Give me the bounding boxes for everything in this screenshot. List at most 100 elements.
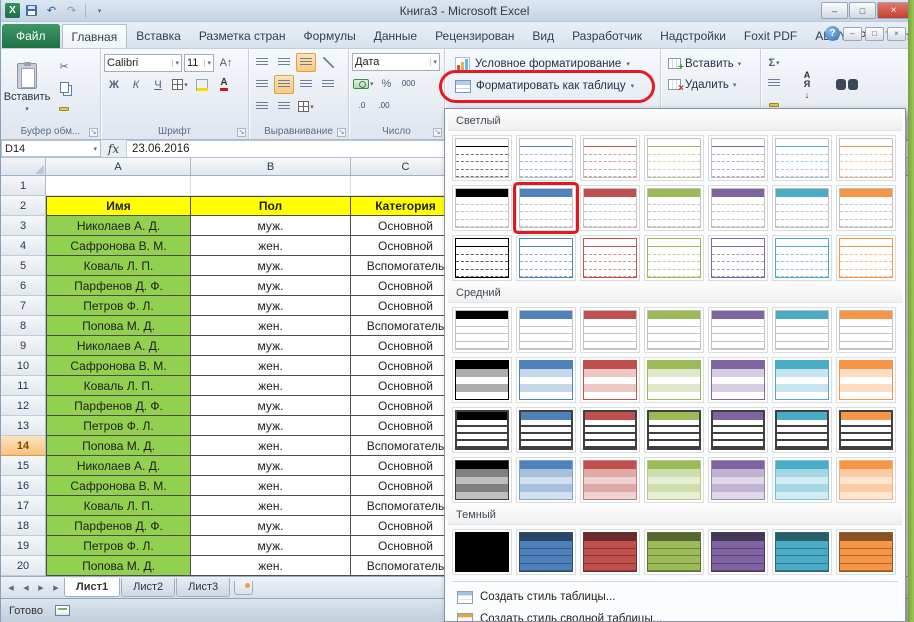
row-header[interactable]: 15 bbox=[1, 456, 46, 476]
increase-decimal-icon[interactable]: .0 bbox=[352, 96, 372, 115]
row-header[interactable]: 18 bbox=[1, 516, 46, 536]
grid-cell[interactable]: Коваль Л. П. bbox=[46, 376, 191, 396]
insert-cells-button[interactable]: + Вставить ▾ bbox=[664, 53, 757, 74]
table-style-thumbnail[interactable] bbox=[836, 457, 896, 503]
dialog-launcher-icon[interactable]: ↘ bbox=[433, 128, 442, 137]
table-style-thumbnail[interactable] bbox=[452, 135, 512, 181]
table-style-thumbnail[interactable] bbox=[452, 407, 512, 453]
format-painter-icon[interactable] bbox=[54, 99, 74, 118]
table-style-thumbnail[interactable] bbox=[836, 235, 896, 281]
ribbon-tab[interactable]: Формулы bbox=[294, 24, 364, 48]
grid-cell[interactable]: жен. bbox=[191, 236, 351, 256]
next-sheet-icon[interactable]: ▶ bbox=[34, 580, 48, 595]
table-style-thumbnail[interactable] bbox=[452, 185, 512, 231]
grid-cell[interactable]: муж. bbox=[191, 256, 351, 276]
underline-button[interactable]: Ч bbox=[148, 75, 168, 94]
help-icon[interactable]: ? bbox=[825, 26, 840, 41]
qat-menu-icon[interactable]: ▾ bbox=[91, 3, 108, 19]
table-style-thumbnail[interactable] bbox=[516, 235, 576, 281]
gallery-menu-item[interactable]: Создать стиль сводной таблицы... bbox=[447, 608, 903, 622]
table-style-thumbnail[interactable] bbox=[452, 235, 512, 281]
ribbon-tab[interactable]: Вставка bbox=[127, 24, 190, 48]
table-style-thumbnail[interactable] bbox=[836, 407, 896, 453]
close-button[interactable]: × bbox=[877, 2, 910, 19]
merge-center-icon[interactable]: ▾ bbox=[296, 97, 316, 116]
table-style-thumbnail[interactable] bbox=[836, 135, 896, 181]
workbook-minimize-button[interactable]: – bbox=[843, 27, 862, 41]
minimize-button[interactable]: – bbox=[821, 2, 848, 19]
row-header[interactable]: 4 bbox=[1, 236, 46, 256]
last-sheet-icon[interactable]: ▶ bbox=[49, 580, 63, 595]
grid-cell[interactable]: муж. bbox=[191, 456, 351, 476]
table-style-thumbnail[interactable] bbox=[644, 457, 704, 503]
sheet-tab[interactable]: Лист2 bbox=[121, 578, 175, 597]
accounting-format-icon[interactable]: ▾ bbox=[352, 74, 375, 93]
align-left-icon[interactable] bbox=[252, 75, 272, 94]
table-style-thumbnail[interactable] bbox=[708, 235, 768, 281]
row-header[interactable]: 12 bbox=[1, 396, 46, 416]
table-style-thumbnail[interactable] bbox=[708, 307, 768, 353]
dialog-launcher-icon[interactable]: ↘ bbox=[337, 128, 346, 137]
fx-icon[interactable]: fx bbox=[101, 140, 127, 157]
grid-cell[interactable]: Сафронова В. М. bbox=[46, 476, 191, 496]
dialog-launcher-icon[interactable]: ↘ bbox=[237, 128, 246, 137]
table-style-thumbnail[interactable] bbox=[708, 185, 768, 231]
macro-record-icon[interactable] bbox=[55, 605, 70, 616]
grid-cell[interactable]: Попова М. Д. bbox=[46, 316, 191, 336]
column-header[interactable]: A bbox=[46, 158, 191, 175]
row-header[interactable]: 11 bbox=[1, 376, 46, 396]
insert-worksheet-icon[interactable] bbox=[234, 581, 253, 595]
table-style-thumbnail[interactable] bbox=[772, 407, 832, 453]
table-style-thumbnail[interactable] bbox=[772, 307, 832, 353]
select-all-corner[interactable] bbox=[1, 158, 46, 175]
grid-cell[interactable]: муж. bbox=[191, 516, 351, 536]
name-box[interactable]: D14 ▾ bbox=[1, 140, 101, 157]
row-header[interactable]: 10 bbox=[1, 356, 46, 376]
grow-font-icon[interactable]: А↑ bbox=[216, 53, 236, 72]
row-header[interactable]: 1 bbox=[1, 176, 46, 196]
conditional-formatting-button[interactable]: Условное форматирование ▾ bbox=[448, 53, 657, 75]
table-style-thumbnail[interactable] bbox=[772, 357, 832, 403]
copy-icon[interactable] bbox=[54, 78, 74, 97]
align-bottom-icon[interactable] bbox=[296, 53, 316, 72]
table-style-thumbnail[interactable] bbox=[580, 529, 640, 575]
table-style-thumbnail[interactable] bbox=[516, 529, 576, 575]
table-style-thumbnail[interactable] bbox=[580, 357, 640, 403]
table-style-thumbnail[interactable] bbox=[708, 357, 768, 403]
ribbon-tab[interactable]: Вид bbox=[523, 24, 563, 48]
align-center-icon[interactable] bbox=[274, 75, 294, 94]
table-style-thumbnail[interactable] bbox=[644, 185, 704, 231]
grid-cell[interactable]: жен. bbox=[191, 496, 351, 516]
table-style-thumbnail[interactable] bbox=[452, 357, 512, 403]
grid-cell[interactable]: Имя bbox=[46, 196, 191, 216]
prev-sheet-icon[interactable]: ◀ bbox=[19, 580, 33, 595]
row-header[interactable]: 16 bbox=[1, 476, 46, 496]
grid-cell[interactable]: Коваль Л. П. bbox=[46, 256, 191, 276]
row-header[interactable]: 20 bbox=[1, 556, 46, 576]
table-style-thumbnail[interactable] bbox=[644, 407, 704, 453]
fill-icon[interactable] bbox=[764, 74, 784, 93]
dialog-launcher-icon[interactable]: ↘ bbox=[89, 128, 98, 137]
decrease-decimal-icon[interactable]: .00 bbox=[374, 96, 394, 115]
autosum-button[interactable]: Σ▾ bbox=[764, 53, 784, 72]
ribbon-tab[interactable]: Данные bbox=[365, 24, 426, 48]
table-style-thumbnail[interactable] bbox=[516, 185, 576, 231]
bold-button[interactable]: Ж bbox=[104, 75, 124, 94]
sheet-tab[interactable]: Лист1 bbox=[64, 578, 120, 597]
row-header[interactable]: 19 bbox=[1, 536, 46, 556]
fill-color-icon[interactable] bbox=[192, 75, 212, 94]
grid-cell[interactable]: Парфенов Д. Ф. bbox=[46, 396, 191, 416]
grid-cell[interactable]: жен. bbox=[191, 436, 351, 456]
table-style-thumbnail[interactable] bbox=[516, 307, 576, 353]
grid-cell[interactable]: муж. bbox=[191, 536, 351, 556]
table-style-thumbnail[interactable] bbox=[644, 135, 704, 181]
increase-indent-icon[interactable] bbox=[274, 97, 294, 116]
tab-file[interactable]: Файл bbox=[2, 24, 60, 48]
grid-cell[interactable]: Парфенов Д. Ф. bbox=[46, 276, 191, 296]
font-size-combo[interactable]: 11▾ bbox=[184, 54, 214, 72]
undo-icon[interactable]: ↶ bbox=[43, 3, 60, 19]
grid-cell[interactable]: жен. bbox=[191, 356, 351, 376]
font-name-combo[interactable]: Calibri▾ bbox=[104, 54, 182, 72]
comma-style-icon[interactable]: 000 bbox=[399, 74, 419, 93]
row-header[interactable]: 3 bbox=[1, 216, 46, 236]
